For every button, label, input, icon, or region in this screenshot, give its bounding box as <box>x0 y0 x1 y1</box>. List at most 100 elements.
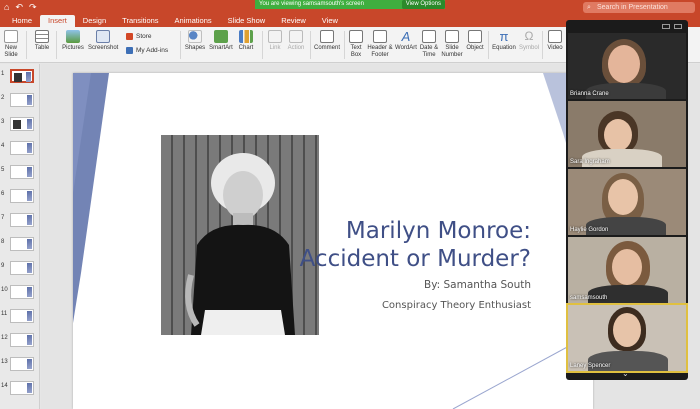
slide-thumbnail[interactable] <box>10 189 34 203</box>
date-time-button[interactable]: Date & Time <box>419 30 439 59</box>
slide-thumbnail-number: 2 <box>1 95 5 101</box>
slide-thumbnail[interactable] <box>10 165 34 179</box>
slide-thumbnail-number: 8 <box>1 239 5 245</box>
current-slide[interactable]: Marilyn Monroe: Accident or Murder? By: … <box>73 73 593 409</box>
smartart-button[interactable]: SmartArt <box>208 30 234 52</box>
slide-thumbnail[interactable] <box>10 333 34 347</box>
tab-insert[interactable]: Insert <box>40 15 75 27</box>
table-button[interactable]: Table <box>32 30 52 52</box>
participant-name: Sara Ingraham <box>570 159 610 165</box>
link-button[interactable]: Link <box>266 30 284 52</box>
slide-thumbnail-number: 13 <box>1 359 8 365</box>
home-icon[interactable]: ⌂ <box>4 0 9 14</box>
header-footer-button[interactable]: Header & Footer <box>367 30 393 59</box>
new-slide-icon <box>4 30 18 43</box>
equation-button[interactable]: π Equation <box>490 30 518 52</box>
wordart-button[interactable]: A WordArt <box>394 30 418 52</box>
omega-icon: Ω <box>524 29 534 43</box>
slide-thumbnail-number: 5 <box>1 167 5 173</box>
tab-animations[interactable]: Animations <box>167 15 220 27</box>
slide-thumbnail[interactable] <box>10 213 34 227</box>
pictures-icon <box>66 30 80 43</box>
thumbnail-image <box>13 120 21 129</box>
thumbnail-accent-stripe <box>27 119 32 129</box>
action-button[interactable]: Action <box>286 30 306 52</box>
my-addins-button[interactable]: My Add-ins <box>126 47 168 54</box>
tab-home[interactable]: Home <box>4 15 40 27</box>
text-box-label: Text Box <box>350 45 362 58</box>
slide-thumbnail-number: 3 <box>1 119 5 125</box>
action-icon <box>289 30 303 43</box>
slide-thumbnail-number: 10 <box>1 287 8 293</box>
thumbnail-accent-stripe <box>26 72 31 82</box>
addins-icon <box>126 47 133 54</box>
slide-thumbnail[interactable] <box>10 117 34 131</box>
screenshot-button[interactable]: Screenshot <box>88 30 118 52</box>
slide-thumbnail[interactable] <box>10 285 34 299</box>
ribbon-divider <box>180 31 181 59</box>
shapes-button[interactable]: Shapes <box>184 30 206 52</box>
participant-face <box>608 45 640 83</box>
tab-review[interactable]: Review <box>273 15 314 27</box>
participant-tile[interactable]: samsamsouth <box>568 237 686 303</box>
screen-share-banner: You are viewing samsamsouth's screen Vie… <box>255 0 445 9</box>
thumbnail-accent-stripe <box>27 191 32 201</box>
wordart-icon: A <box>401 29 411 44</box>
slide-thumbnail-number: 9 <box>1 263 5 269</box>
slide-thumbnail[interactable] <box>10 237 34 251</box>
participant-face <box>612 249 642 285</box>
slide-thumbnail[interactable] <box>10 69 34 83</box>
redo-icon[interactable]: ↷ <box>29 0 37 14</box>
object-button[interactable]: Object <box>464 30 486 52</box>
participant-tile[interactable]: Haylie Gordon <box>568 169 686 235</box>
new-slide-label: New Slide <box>4 45 18 58</box>
symbol-label: Symbol <box>518 45 539 51</box>
participant-tile[interactable]: Brianna Crane <box>568 33 686 99</box>
store-button[interactable]: Store <box>126 33 152 40</box>
wordart-label: WordArt <box>395 45 417 51</box>
comment-label: Comment <box>313 45 340 51</box>
view-layout-icon[interactable] <box>662 23 670 29</box>
text-box-button[interactable]: Text Box <box>347 30 365 59</box>
pictures-label: Pictures <box>62 45 84 51</box>
store-icon <box>126 33 133 40</box>
symbol-button[interactable]: Ω Symbol <box>518 30 540 52</box>
slide-thumbnail[interactable] <box>10 141 34 155</box>
slide-thumbnail[interactable] <box>10 309 34 323</box>
video-button[interactable]: Video <box>546 30 564 52</box>
slide-thumbnail[interactable] <box>10 93 34 107</box>
header-footer-icon <box>373 30 387 43</box>
action-label: Action <box>287 45 305 51</box>
chart-button[interactable]: Chart <box>236 30 256 52</box>
slide-title-line-2: Accident or Murder? <box>299 246 531 272</box>
new-slide-button[interactable]: New Slide <box>2 30 20 59</box>
view-layout-icon[interactable] <box>674 23 682 29</box>
slide-thumbnail[interactable] <box>10 381 34 395</box>
comment-button[interactable]: Comment <box>313 30 341 52</box>
tab-design[interactable]: Design <box>75 15 114 27</box>
table-icon <box>35 30 49 43</box>
participant-tile[interactable]: Sara Ingraham <box>568 101 686 167</box>
slide-thumbnail-number: 14 <box>1 383 8 389</box>
slide-byline[interactable]: By: Samantha South <box>323 279 531 291</box>
ribbon-divider <box>310 31 311 59</box>
slide-thumbnail[interactable] <box>10 261 34 275</box>
slide-number-button[interactable]: Slide Number <box>440 30 464 59</box>
undo-icon[interactable]: ↶ <box>15 0 23 14</box>
tab-slide-show[interactable]: Slide Show <box>220 15 274 27</box>
chevron-down-icon[interactable]: ⌄ <box>622 369 629 378</box>
video-participants-panel: Brianna Crane Sara Ingraham Haylie Gordo… <box>566 20 688 380</box>
slide-thumbnail[interactable] <box>10 357 34 371</box>
view-options-button[interactable]: View Options <box>401 0 445 9</box>
ribbon-divider <box>56 31 57 59</box>
link-label: Link <box>269 45 281 51</box>
slide-title[interactable]: Marilyn Monroe: Accident or Murder? <box>293 217 531 273</box>
tab-transitions[interactable]: Transitions <box>114 15 166 27</box>
link-icon <box>268 30 282 43</box>
pictures-button[interactable]: Pictures <box>60 30 86 52</box>
search-input[interactable]: ⌕ Search in Presentation <box>583 2 695 13</box>
participant-tile-active-speaker[interactable]: Laney Spencer <box>566 303 688 373</box>
slide-subtitle[interactable]: Conspiracy Theory Enthusiast <box>293 300 531 311</box>
tab-view[interactable]: View <box>314 15 346 27</box>
pi-icon: π <box>499 29 509 44</box>
